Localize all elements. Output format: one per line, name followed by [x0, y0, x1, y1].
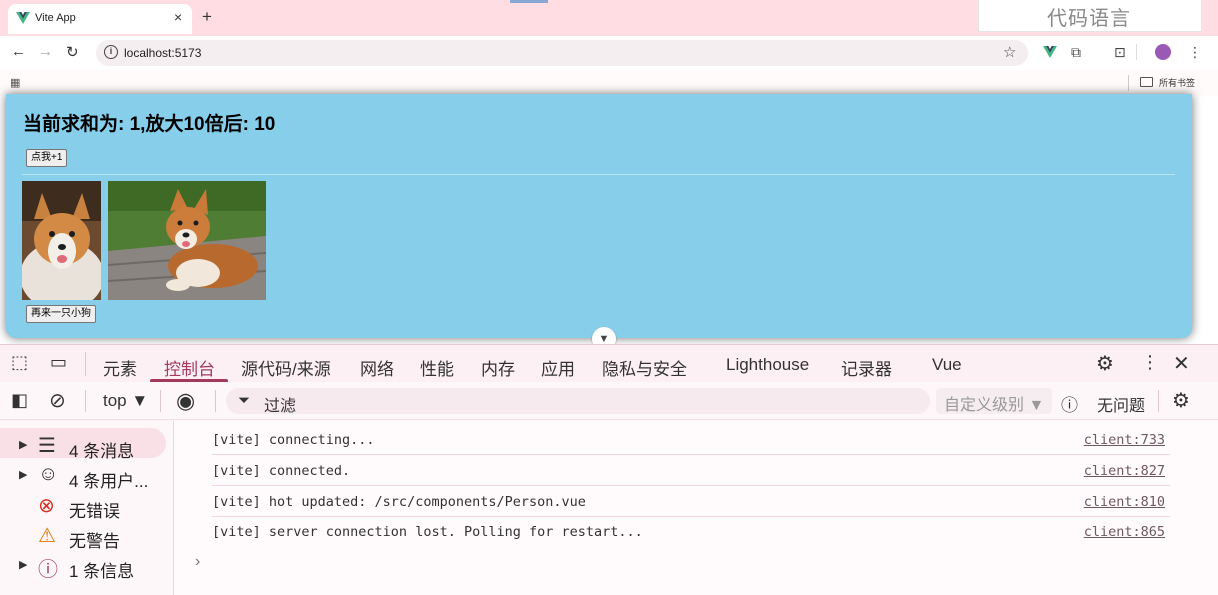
- user-icon: ☺: [38, 463, 59, 485]
- reload-icon[interactable]: ↻: [66, 43, 79, 61]
- tab-close-icon[interactable]: ×: [174, 9, 182, 25]
- log-message: [vite] hot updated: /src/components/Pers…: [212, 494, 586, 510]
- another-dog-button[interactable]: 再来一只小狗: [26, 305, 96, 323]
- filter-separator: [215, 390, 216, 412]
- device-toolbar-icon[interactable]: ▭: [50, 352, 67, 373]
- apps-grid-icon[interactable]: ▦: [10, 76, 20, 89]
- filter-funnel-icon: ⏷: [238, 392, 251, 409]
- settings-gear-icon[interactable]: ⚙: [1096, 351, 1114, 376]
- tab-sources[interactable]: 源代码/来源: [241, 355, 331, 380]
- forward-icon[interactable]: →: [38, 43, 53, 60]
- sidebar-toggle-icon[interactable]: ◧: [11, 390, 28, 411]
- tab-lighthouse[interactable]: Lighthouse: [726, 355, 809, 375]
- tab-elements[interactable]: 元素: [103, 355, 137, 380]
- back-icon[interactable]: ←: [11, 43, 26, 60]
- filter-separator: [85, 390, 86, 412]
- devtools-separator: [85, 352, 86, 376]
- tab-strip-marker: [510, 0, 548, 3]
- tab-title: Vite App: [35, 12, 76, 24]
- sidebar-item-errors[interactable]: ⊗ 无错误: [0, 490, 170, 521]
- inspect-element-icon[interactable]: ⬚: [11, 352, 28, 373]
- all-bookmarks-label[interactable]: 所有书签: [1159, 76, 1195, 89]
- filter-separator: [160, 390, 161, 412]
- sidebar-item-messages[interactable]: ▶ ☰ 4 条消息: [0, 430, 170, 461]
- log-message: [vite] connected.: [212, 463, 351, 479]
- folder-icon: [1140, 77, 1153, 87]
- warning-icon: ⚠: [38, 525, 56, 547]
- context-selector[interactable]: top ▼: [103, 391, 148, 411]
- toolbar-separator: [1136, 44, 1137, 60]
- sidebar-item-label: 无错误: [69, 502, 120, 521]
- sidebar-item-warnings[interactable]: ⚠ 无警告: [0, 520, 170, 551]
- expand-arrow-icon[interactable]: ▶: [19, 438, 27, 451]
- new-tab-button[interactable]: +: [202, 7, 212, 27]
- address-bar[interactable]: i localhost:5173 ☆: [96, 40, 1028, 66]
- sum-heading: 当前求和为: 1,放大10倍后: 10: [23, 114, 276, 135]
- log-message: [vite] server connection lost. Polling f…: [212, 524, 643, 540]
- sidebar-item-user-messages[interactable]: ▶ ☺ 4 条用户...: [0, 460, 170, 491]
- tab-privacy-security[interactable]: 隐私与安全: [602, 355, 687, 380]
- tab-vue[interactable]: Vue: [932, 355, 962, 375]
- console-log-row: [vite] connecting... client:733: [212, 424, 1170, 455]
- menu-icon[interactable]: ⋮: [1188, 44, 1202, 61]
- vue-devtools-extension-icon[interactable]: [1043, 46, 1057, 58]
- url-text: localhost:5173: [124, 46, 202, 60]
- expand-arrow-icon[interactable]: ▶: [19, 468, 27, 481]
- log-source-link[interactable]: client:827: [1084, 463, 1165, 479]
- bookmarks-separator: [1128, 75, 1129, 91]
- console-log-row: [vite] connected. client:827: [212, 455, 1170, 486]
- console-log-row: [vite] server connection lost. Polling f…: [212, 516, 1170, 547]
- issues-info-icon[interactable]: ⓘ: [1061, 391, 1078, 416]
- filter-placeholder: 过滤: [264, 398, 297, 415]
- list-icon: ☰: [38, 435, 56, 457]
- console-prompt[interactable]: ›: [195, 553, 200, 571]
- sidebar-item-label: 4 条用户...: [69, 472, 149, 491]
- ime-text: 代码语言: [1047, 8, 1131, 30]
- tab-application[interactable]: 应用: [541, 355, 575, 380]
- log-message: [vite] connecting...: [212, 432, 375, 448]
- log-source-link[interactable]: client:865: [1084, 524, 1165, 540]
- tab-performance[interactable]: 性能: [420, 355, 454, 380]
- sidebar-item-label: 4 条消息: [69, 442, 135, 461]
- log-levels-dropdown[interactable]: 自定义级别 ▼: [936, 388, 1052, 414]
- sidebar-item-label: 无警告: [69, 532, 120, 551]
- log-source-link[interactable]: client:810: [1084, 494, 1165, 510]
- dog-image-1: [22, 181, 101, 300]
- site-info-icon[interactable]: i: [104, 45, 118, 59]
- clear-console-icon[interactable]: ⊘: [49, 388, 66, 413]
- extensions-icon[interactable]: ⧉: [1071, 44, 1081, 61]
- ime-candidate-bar: 代码语言: [978, 0, 1202, 32]
- console-log-row: [vite] hot updated: /src/components/Pers…: [212, 486, 1170, 517]
- tab-memory[interactable]: 内存: [481, 355, 515, 380]
- vue-logo-icon: [16, 12, 30, 24]
- tab-console[interactable]: 控制台: [164, 355, 215, 380]
- bookmarks-bar: ▦ 所有书签: [0, 70, 1218, 96]
- issues-label[interactable]: 无问题: [1097, 392, 1145, 416]
- info-icon: ⓘ: [38, 559, 58, 581]
- error-icon: ⊗: [38, 495, 55, 517]
- profile-avatar[interactable]: [1155, 44, 1171, 60]
- tab-network[interactable]: 网络: [360, 355, 394, 380]
- bookmark-star-icon[interactable]: ☆: [1003, 43, 1016, 61]
- add-one-button[interactable]: 点我+1: [26, 149, 68, 167]
- expand-arrow-icon[interactable]: ▶: [19, 558, 27, 571]
- more-options-icon[interactable]: ⋮: [1141, 352, 1159, 373]
- browser-tab[interactable]: Vite App ×: [8, 4, 192, 34]
- dog-image-2: [108, 181, 266, 300]
- sidebar-item-label: 1 条信息: [69, 562, 135, 581]
- log-source-link[interactable]: client:733: [1084, 432, 1165, 448]
- tab-recorder[interactable]: 记录器: [841, 355, 892, 380]
- console-settings-icon[interactable]: ⚙: [1172, 388, 1190, 413]
- filter-separator: [1158, 390, 1159, 412]
- close-devtools-icon[interactable]: ✕: [1173, 351, 1190, 376]
- live-expression-eye-icon[interactable]: ◉: [176, 388, 195, 414]
- filter-input[interactable]: ⏷ 过滤: [226, 388, 930, 415]
- tab-search-icon[interactable]: ⊡: [1114, 44, 1126, 61]
- horizontal-rule: [22, 174, 1175, 175]
- sidebar-item-info[interactable]: ▶ ⓘ 1 条信息: [0, 550, 170, 581]
